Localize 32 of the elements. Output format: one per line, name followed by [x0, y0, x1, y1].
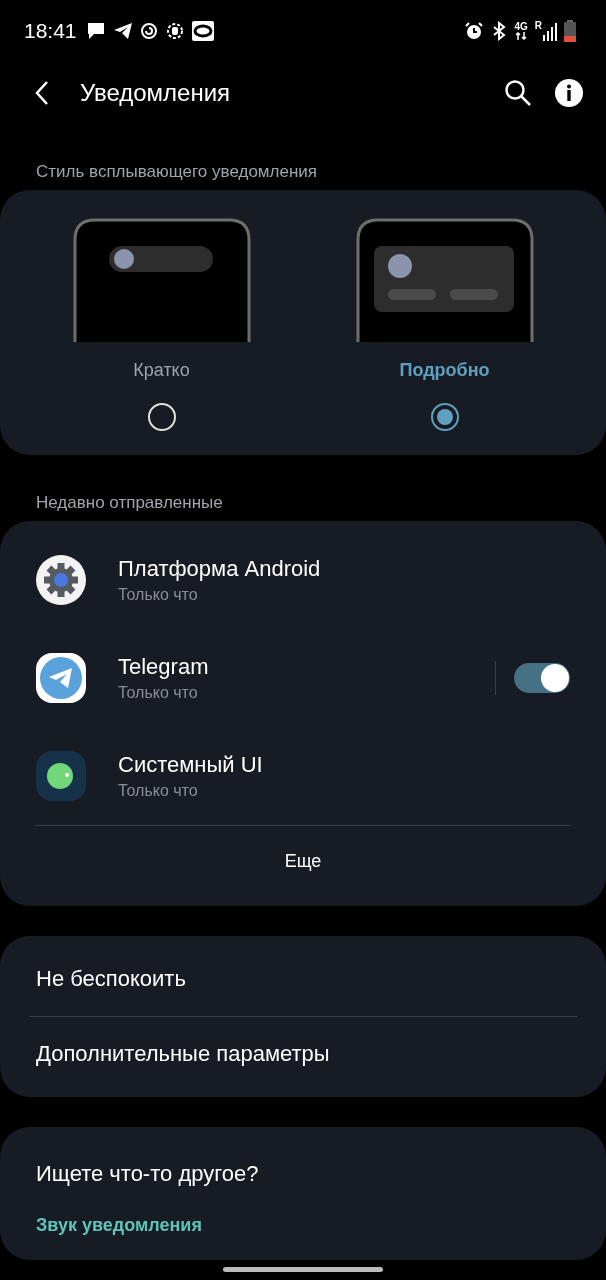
page-title: Уведомления	[80, 79, 231, 107]
style-label: Подробно	[399, 360, 490, 381]
app-name: Платформа Android	[118, 556, 322, 582]
message-icon	[85, 22, 106, 40]
settings-item[interactable]: Дополнительные параметры	[0, 1017, 606, 1091]
network-type: 4G	[514, 22, 528, 32]
toggle-switch[interactable]	[514, 663, 570, 693]
gear-icon	[36, 555, 86, 605]
alarm-icon	[464, 21, 485, 41]
app-time: Только что	[118, 586, 199, 604]
app-name: Системный UI	[118, 752, 264, 778]
app-time: Только что	[118, 684, 199, 702]
data-arrows-icon	[515, 32, 528, 40]
roaming-indicator: R	[534, 20, 542, 31]
planet-icon	[36, 751, 86, 801]
paper-plane-icon	[36, 653, 86, 703]
signal-icon	[543, 21, 557, 41]
oval-icon	[191, 21, 214, 41]
status-time: 18:41	[24, 19, 77, 43]
suggestion-title: Ищете что-то другое?	[36, 1161, 259, 1187]
suggestion-link[interactable]: Звук уведомления	[36, 1215, 202, 1236]
more-button[interactable]: Еще	[0, 826, 606, 906]
section-heading: Недавно отправленные	[35, 493, 224, 513]
app-name: Telegram	[118, 654, 210, 680]
style-label: Кратко	[133, 360, 190, 381]
app-time: Только что	[118, 782, 199, 800]
battery-icon	[564, 20, 576, 42]
section-heading: Стиль всплывающего уведомления	[35, 162, 318, 182]
bluetooth-icon	[491, 21, 508, 41]
settings-item[interactable]: Не беспокоить	[0, 942, 606, 1016]
radio-button[interactable]	[430, 403, 459, 431]
paper-plane-icon	[112, 22, 133, 40]
